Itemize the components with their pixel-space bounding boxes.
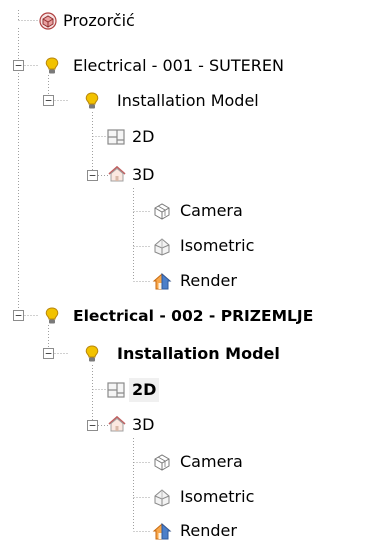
render-house-icon — [152, 272, 172, 290]
lightbulb-icon — [45, 57, 59, 74]
project-tree: Prozorčić − Electrical - 001 - SUTEREN −… — [0, 0, 390, 547]
collapse-toggle[interactable]: − — [43, 348, 54, 359]
tree-node-camera-001[interactable]: Camera — [0, 198, 260, 224]
tree-node-label: Render — [180, 271, 237, 290]
tree-node-2d-001[interactable]: 2D — [0, 124, 200, 150]
floor-plan-icon — [107, 129, 125, 145]
camera-view-icon — [154, 203, 170, 220]
tree-node-camera-002[interactable]: Camera — [0, 449, 260, 475]
cube-icon — [39, 12, 57, 30]
tree-node-isometric-002[interactable]: Isometric — [0, 484, 260, 510]
tree-node-2d-002[interactable]: 2D — [0, 377, 200, 403]
tree-node-isometric-001[interactable]: Isometric — [0, 233, 260, 259]
collapse-toggle[interactable]: − — [43, 95, 54, 106]
tree-node-render-001[interactable]: Render — [0, 268, 260, 294]
tree-node-3d-002[interactable]: − 3D — [0, 412, 200, 438]
tree-node-label: Electrical - 002 - PRIZEMLJE — [73, 307, 314, 325]
collapse-toggle[interactable]: − — [13, 310, 24, 321]
tree-node-installation-model-001[interactable]: − Installation Model — [0, 88, 330, 114]
collapse-toggle[interactable]: − — [87, 420, 98, 431]
tree-node-label: 3D — [132, 415, 155, 434]
tree-node-label: Isometric — [180, 236, 255, 255]
tree-node-label: 2D — [129, 378, 160, 402]
tree-node-electrical-001[interactable]: − Electrical - 001 - SUTEREN — [0, 53, 370, 79]
tree-node-label: Render — [180, 521, 237, 540]
tree-node-label: Camera — [180, 201, 243, 220]
lightbulb-icon — [85, 92, 99, 109]
tree-node-render-002[interactable]: Render — [0, 518, 260, 544]
floor-plan-icon — [107, 382, 125, 398]
tree-node-root[interactable]: Prozorčić — [0, 8, 200, 34]
tree-node-installation-model-002[interactable]: − Installation Model — [0, 341, 330, 367]
tree-node-electrical-002[interactable]: − Electrical - 002 - PRIZEMLJE — [0, 303, 390, 329]
tree-node-label: 3D — [132, 165, 155, 184]
tree-node-label: Electrical - 001 - SUTEREN — [73, 56, 284, 75]
collapse-toggle[interactable]: − — [87, 170, 98, 181]
tree-node-label: 2D — [132, 127, 155, 146]
tree-node-label: Camera — [180, 452, 243, 471]
tree-node-3d-001[interactable]: − 3D — [0, 162, 200, 188]
lightbulb-icon — [45, 307, 59, 324]
house-icon — [108, 415, 126, 432]
camera-view-icon — [154, 454, 170, 471]
render-house-icon — [152, 522, 172, 540]
collapse-toggle[interactable]: − — [13, 60, 24, 71]
tree-node-label: Prozorčić — [63, 11, 135, 30]
tree-node-label: Installation Model — [117, 344, 280, 363]
tree-node-label: Isometric — [180, 487, 255, 506]
isometric-house-icon — [154, 489, 170, 507]
house-icon — [108, 165, 126, 182]
isometric-house-icon — [154, 238, 170, 256]
tree-node-label: Installation Model — [117, 91, 259, 110]
lightbulb-icon — [85, 345, 99, 362]
